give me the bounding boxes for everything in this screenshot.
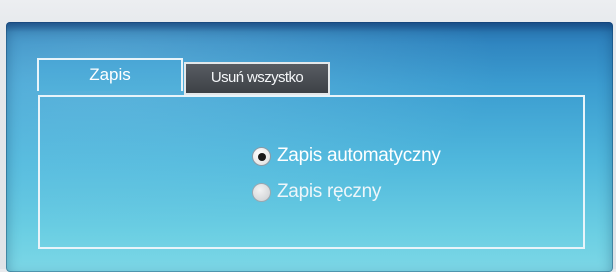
screen: Zapis Usuń wszystko Zapis automatyczny Z… xyxy=(0,0,616,272)
tab-content-box xyxy=(38,95,585,249)
tab-delete-all[interactable]: Usuń wszystko xyxy=(184,62,330,95)
tab-delete-all-label: Usuń wszystko xyxy=(210,69,304,86)
tab-save-label: Zapis xyxy=(89,65,131,84)
tab-save[interactable]: Zapis xyxy=(37,58,183,91)
